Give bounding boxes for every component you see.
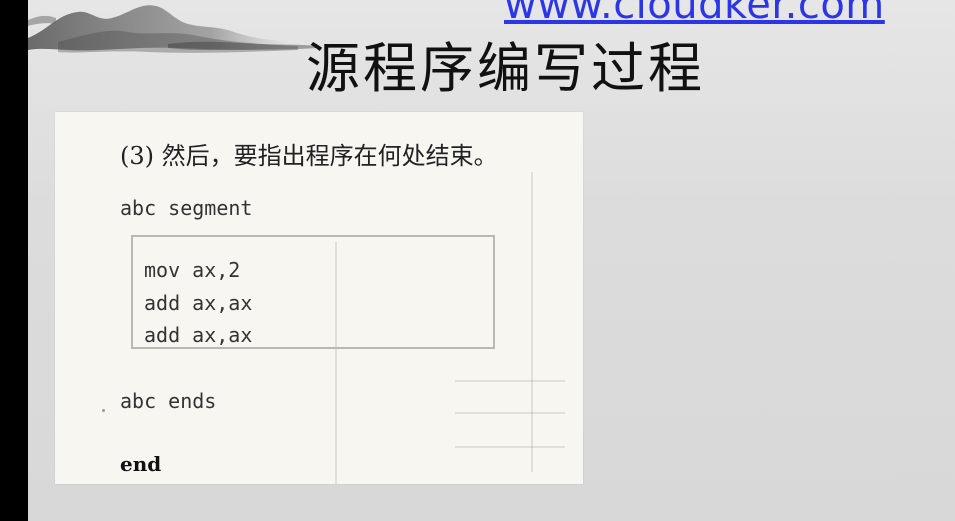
code-line: add ax,ax (144, 291, 253, 315)
bleed-through-frame (531, 172, 573, 472)
code-line: mov ax,2 (144, 258, 241, 282)
bleed-through-frame (455, 380, 565, 382)
presentation-slide: www.cloudker.com 源程序编写过程 (3) 然后，要指出程序在何处… (28, 0, 955, 521)
code-line: abc segment (120, 196, 253, 220)
code-line: add ax,ax (144, 323, 253, 347)
screen: www.cloudker.com 源程序编写过程 (3) 然后，要指出程序在何处… (0, 0, 955, 521)
slide-title: 源程序编写过程 (306, 37, 705, 100)
code-line-end: end (120, 452, 162, 476)
bleed-through-frame (455, 412, 565, 414)
scan-speck (102, 409, 105, 412)
bleed-through-frame (455, 446, 565, 448)
code-line: abc ends (120, 389, 217, 413)
scanned-book-page: (3) 然后，要指出程序在何处结束。 abc segment mov ax,2 … (55, 112, 583, 484)
book-caption: (3) 然后，要指出程序在何处结束。 (120, 142, 498, 170)
ink-mountain-decoration (28, 5, 318, 53)
